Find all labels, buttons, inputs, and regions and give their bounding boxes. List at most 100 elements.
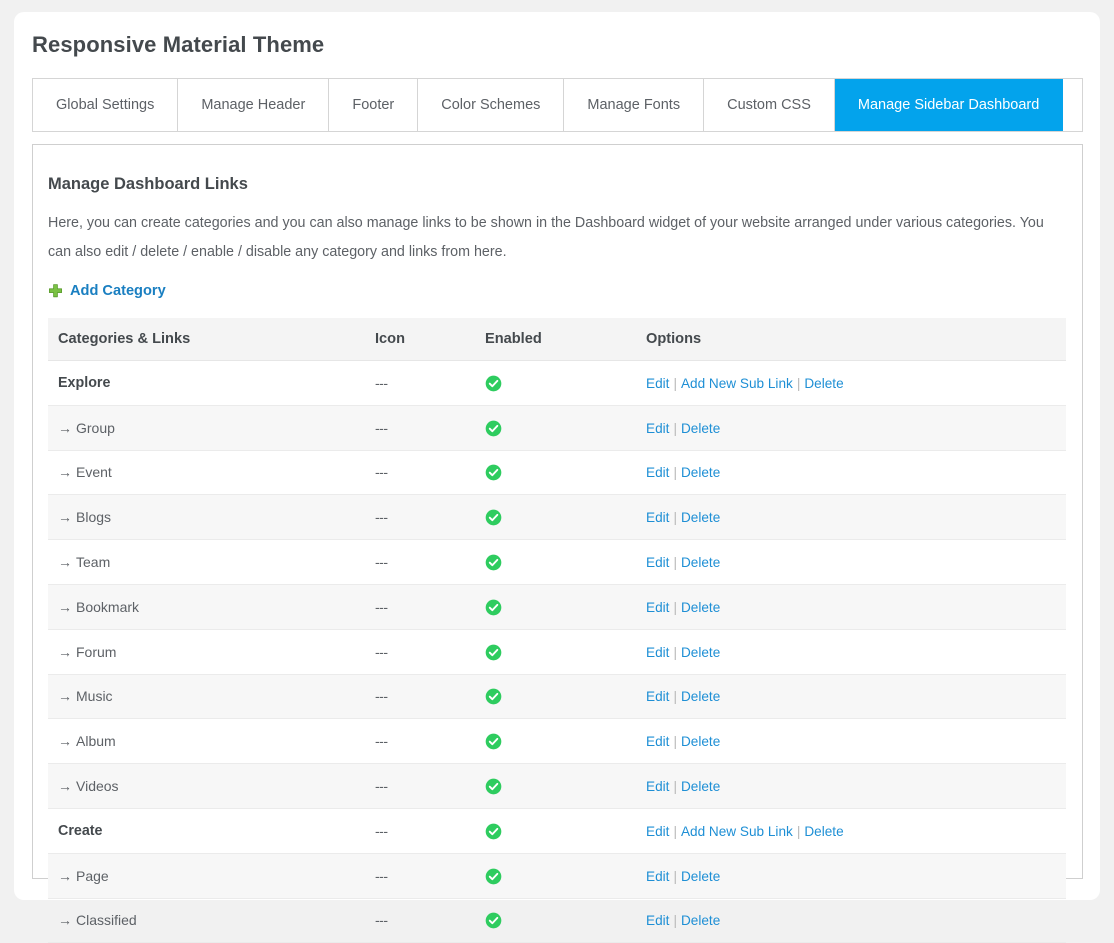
edit-link[interactable]: Edit xyxy=(646,734,669,749)
edit-link[interactable]: Edit xyxy=(646,779,669,794)
tab-label: Manage Header xyxy=(201,97,306,113)
add-new-sub-link-link[interactable]: Add New Sub Link xyxy=(681,824,793,839)
options-cell: Edit | Delete xyxy=(636,853,1066,899)
check-circle-icon[interactable] xyxy=(485,464,502,481)
add-category-button[interactable]: Add Category xyxy=(48,283,166,299)
options-cell: Edit | Delete xyxy=(636,494,1066,541)
options-cell: Edit | Delete xyxy=(636,718,1066,765)
sublink-name-cell: → Blogs xyxy=(48,494,365,541)
options-separator: | xyxy=(673,465,677,481)
plus-icon xyxy=(48,283,63,299)
tab-manage-sidebar-dashboard[interactable]: Manage Sidebar Dashboard xyxy=(834,79,1064,131)
enabled-cell[interactable] xyxy=(475,808,636,854)
column-header-options: Options xyxy=(636,318,1066,361)
edit-link[interactable]: Edit xyxy=(646,510,669,525)
delete-link[interactable]: Delete xyxy=(681,779,720,794)
tab-manage-fonts[interactable]: Manage Fonts xyxy=(564,79,705,131)
enabled-cell[interactable] xyxy=(475,674,636,720)
edit-link[interactable]: Edit xyxy=(646,689,669,704)
edit-link[interactable]: Edit xyxy=(646,376,669,391)
delete-link[interactable]: Delete xyxy=(681,645,720,660)
delete-link[interactable]: Delete xyxy=(681,421,720,436)
table-row: Explore --- Edit | Add New Sub Link | Delete xyxy=(48,360,1066,406)
icon-cell: --- xyxy=(365,494,475,541)
arrow-right-icon: → xyxy=(58,554,72,571)
enabled-cell[interactable] xyxy=(475,853,636,899)
tab-custom-css[interactable]: Custom CSS xyxy=(704,79,835,131)
edit-link[interactable]: Edit xyxy=(646,645,669,660)
arrow-right-icon: → xyxy=(58,509,72,526)
sublink-name-cell: → Videos xyxy=(48,763,365,809)
enabled-cell[interactable] xyxy=(475,494,636,541)
tab-manage-header[interactable]: Manage Header xyxy=(178,79,330,131)
enabled-cell[interactable] xyxy=(475,405,636,451)
delete-link[interactable]: Delete xyxy=(681,555,720,570)
delete-link[interactable]: Delete xyxy=(681,734,720,749)
enabled-cell[interactable] xyxy=(475,898,636,943)
check-circle-icon[interactable] xyxy=(485,912,502,929)
options-separator: | xyxy=(673,734,677,750)
delete-link[interactable]: Delete xyxy=(681,869,720,884)
options-cell: Edit | Add New Sub Link | Delete xyxy=(636,808,1066,854)
category-label: Explore xyxy=(58,375,111,392)
enabled-cell[interactable] xyxy=(475,629,636,675)
enabled-cell[interactable] xyxy=(475,718,636,765)
delete-link[interactable]: Delete xyxy=(804,824,843,839)
edit-link[interactable]: Edit xyxy=(646,913,669,928)
sublink-label: Page xyxy=(76,867,109,884)
delete-link[interactable]: Delete xyxy=(681,913,720,928)
arrow-right-icon: → xyxy=(58,867,72,884)
edit-link[interactable]: Edit xyxy=(646,869,669,884)
options-separator: | xyxy=(673,420,677,436)
arrow-right-icon: → xyxy=(58,643,72,660)
edit-link[interactable]: Edit xyxy=(646,824,669,839)
enabled-cell[interactable] xyxy=(475,539,636,585)
check-circle-icon[interactable] xyxy=(485,419,502,436)
tab-label: Manage Fonts xyxy=(587,97,681,113)
edit-link[interactable]: Edit xyxy=(646,600,669,615)
edit-link[interactable]: Edit xyxy=(646,465,669,480)
check-circle-icon[interactable] xyxy=(485,643,502,660)
dashboard-links-table: Categories & Links Icon Enabled Options … xyxy=(48,318,1066,943)
enabled-cell[interactable] xyxy=(475,360,636,406)
check-circle-icon[interactable] xyxy=(485,822,502,840)
delete-link[interactable]: Delete xyxy=(681,600,720,615)
options-separator: | xyxy=(673,644,677,660)
check-circle-icon[interactable] xyxy=(485,508,502,526)
check-circle-icon[interactable] xyxy=(485,374,502,392)
table-row: → Team --- Edit | Delete xyxy=(48,539,1066,585)
arrow-right-icon: → xyxy=(58,778,72,795)
sublink-name-cell: → Music xyxy=(48,674,365,720)
table-row: → Classified --- Edit | Delete xyxy=(48,898,1066,943)
check-circle-icon[interactable] xyxy=(485,688,502,705)
delete-link[interactable]: Delete xyxy=(681,465,720,480)
manage-dashboard-links-panel: Manage Dashboard Links Here, you can cre… xyxy=(32,144,1083,943)
delete-link[interactable]: Delete xyxy=(681,510,720,525)
add-new-sub-link-link[interactable]: Add New Sub Link xyxy=(681,376,793,391)
check-circle-icon[interactable] xyxy=(485,867,502,884)
sublink-name-cell: → Page xyxy=(48,853,365,899)
icon-cell: --- xyxy=(365,584,475,630)
options-separator: | xyxy=(673,823,677,839)
sublink-name-cell: → Forum xyxy=(48,629,365,675)
check-circle-icon[interactable] xyxy=(485,553,502,571)
icon-cell: --- xyxy=(365,808,475,854)
tab-color-schemes[interactable]: Color Schemes xyxy=(418,79,565,131)
enabled-cell[interactable] xyxy=(475,450,636,496)
sublink-label: Music xyxy=(76,688,113,705)
edit-link[interactable]: Edit xyxy=(646,421,669,436)
delete-link[interactable]: Delete xyxy=(804,376,843,391)
tab-footer[interactable]: Footer xyxy=(329,79,419,131)
enabled-cell[interactable] xyxy=(475,584,636,630)
icon-cell: --- xyxy=(365,763,475,809)
category-name-cell: Explore xyxy=(48,360,365,406)
options-cell: Edit | Delete xyxy=(636,674,1066,720)
check-circle-icon[interactable] xyxy=(485,777,502,795)
check-circle-icon[interactable] xyxy=(485,732,502,750)
edit-link[interactable]: Edit xyxy=(646,555,669,570)
check-circle-icon[interactable] xyxy=(485,598,502,616)
sublink-label: Team xyxy=(76,554,111,571)
tab-global-settings[interactable]: Global Settings xyxy=(33,79,179,131)
delete-link[interactable]: Delete xyxy=(681,689,720,704)
enabled-cell[interactable] xyxy=(475,763,636,809)
